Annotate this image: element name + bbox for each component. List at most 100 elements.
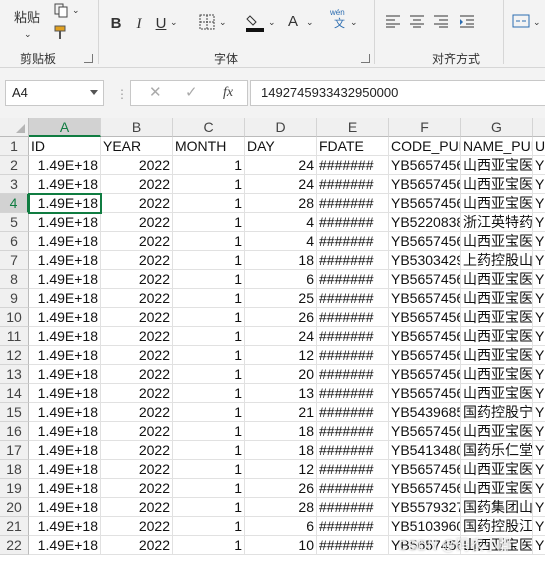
table-cell[interactable]: YB5220838 [389,213,461,232]
table-cell[interactable]: YB5657456 [389,308,461,327]
paste-dropdown-chevron-icon[interactable]: ⌄ [24,24,32,44]
table-cell[interactable]: YB5657456 [389,346,461,365]
table-cell[interactable]: 2022 [101,498,173,517]
row-header[interactable]: 1 [0,137,29,156]
table-cell[interactable]: 1 [173,289,245,308]
table-cell[interactable]: 国药控股宁 [461,403,533,422]
table-cell[interactable]: 山西亚宝医 [461,194,533,213]
table-cell[interactable]: 1 [173,251,245,270]
table-cell[interactable]: ####### [317,213,389,232]
table-cell[interactable]: ####### [317,308,389,327]
table-cell[interactable]: 1.49E+18 [29,270,101,289]
table-cell[interactable]: 2022 [101,365,173,384]
table-cell[interactable]: 1 [173,536,245,555]
table-cell[interactable]: YB5413480 [389,441,461,460]
table-cell[interactable]: 浙江英特药 [461,213,533,232]
table-cell[interactable]: YB5657456 [389,270,461,289]
borders-icon[interactable] [198,14,216,36]
table-cell[interactable]: ####### [317,460,389,479]
table-cell[interactable]: 1 [173,308,245,327]
table-cell[interactable]: ####### [317,175,389,194]
row-header[interactable]: 22 [0,536,29,555]
table-cell[interactable]: Y [533,460,545,479]
row-header[interactable]: 10 [0,308,29,327]
table-cell[interactable]: ####### [317,479,389,498]
table-cell[interactable]: 24 [245,327,317,346]
table-cell[interactable]: 6 [245,517,317,536]
name-box[interactable]: A4 [5,80,104,106]
table-cell[interactable]: 2022 [101,289,173,308]
column-header-b[interactable]: B [101,118,173,137]
indent-icon[interactable] [458,14,476,34]
row-header[interactable]: 6 [0,232,29,251]
phonetic-wen-char[interactable]: 文 [334,18,345,30]
font-color-button[interactable]: A [286,12,300,32]
table-cell[interactable]: 25 [245,289,317,308]
table-cell[interactable]: 山西亚宝医 [461,308,533,327]
row-header[interactable]: 4 [0,194,29,213]
table-cell[interactable]: 1.49E+18 [29,308,101,327]
table-cell[interactable]: 28 [245,194,317,213]
table-cell[interactable]: 1.49E+18 [29,460,101,479]
table-cell[interactable]: 2022 [101,270,173,289]
table-cell[interactable]: ####### [317,156,389,175]
fill-color-dropdown-chevron-icon[interactable]: ⌄ [268,12,276,32]
row-header[interactable]: 9 [0,289,29,308]
table-cell[interactable]: 山西亚宝医 [461,346,533,365]
table-cell[interactable]: 4 [245,213,317,232]
name-box-dropdown-icon[interactable] [90,90,98,95]
table-cell[interactable]: 1.49E+18 [29,213,101,232]
row-header[interactable]: 17 [0,441,29,460]
formula-input[interactable]: 1492745933432950000 [250,80,545,106]
table-cell[interactable]: YB5103960 [389,517,461,536]
clipboard-dialog-launcher-icon[interactable] [84,54,93,63]
phonetic-wen-label[interactable]: wén [330,8,345,18]
table-cell[interactable]: Y [533,346,545,365]
phonetic-dropdown-chevron-icon[interactable]: ⌄ [350,12,358,32]
table-cell[interactable]: 1.49E+18 [29,479,101,498]
table-cell[interactable]: 国药集团山 [461,498,533,517]
row-header[interactable]: 19 [0,479,29,498]
table-cell[interactable]: 1.49E+18 [29,441,101,460]
table-cell[interactable]: 10 [245,536,317,555]
copy-icon[interactable] [52,2,70,20]
table-cell[interactable]: YB5657456 [389,422,461,441]
table-cell[interactable]: 2022 [101,422,173,441]
insert-function-fx-icon[interactable]: fx [223,83,233,103]
align-right-icon[interactable] [432,14,450,34]
table-cell[interactable]: ####### [317,441,389,460]
table-cell[interactable]: 2022 [101,460,173,479]
table-cell[interactable]: 18 [245,251,317,270]
table-cell[interactable]: YEAR [101,137,173,156]
table-cell[interactable]: 山西亚宝医 [461,365,533,384]
table-cell[interactable]: ####### [317,365,389,384]
table-cell[interactable]: 2022 [101,232,173,251]
table-cell[interactable]: 1.49E+18 [29,422,101,441]
table-cell[interactable]: 1 [173,213,245,232]
table-cell[interactable]: Y [533,232,545,251]
format-painter-icon[interactable] [52,24,70,42]
table-cell[interactable]: 1 [173,441,245,460]
table-cell[interactable]: 1.49E+18 [29,156,101,175]
table-cell[interactable]: Y [533,175,545,194]
table-cell[interactable]: ####### [317,536,389,555]
table-cell[interactable]: 1 [173,327,245,346]
table-cell[interactable]: 18 [245,422,317,441]
table-cell[interactable]: ####### [317,498,389,517]
table-cell[interactable]: 2022 [101,175,173,194]
table-cell[interactable]: 1.49E+18 [29,536,101,555]
table-cell[interactable]: ####### [317,232,389,251]
table-cell[interactable]: Y [533,441,545,460]
table-cell[interactable]: NAME_PUI [461,137,533,156]
table-cell[interactable]: 1.49E+18 [29,403,101,422]
underline-button[interactable]: U [154,14,168,34]
italic-button[interactable]: I [132,14,146,34]
row-header[interactable]: 5 [0,213,29,232]
table-cell[interactable]: 国药乐仁堂 [461,441,533,460]
table-cell[interactable]: 山西亚宝医 [461,384,533,403]
table-cell[interactable]: 1 [173,517,245,536]
table-cell[interactable]: 21 [245,403,317,422]
table-cell[interactable]: ####### [317,194,389,213]
table-cell[interactable]: YB5439685 [389,403,461,422]
table-cell[interactable]: 24 [245,156,317,175]
